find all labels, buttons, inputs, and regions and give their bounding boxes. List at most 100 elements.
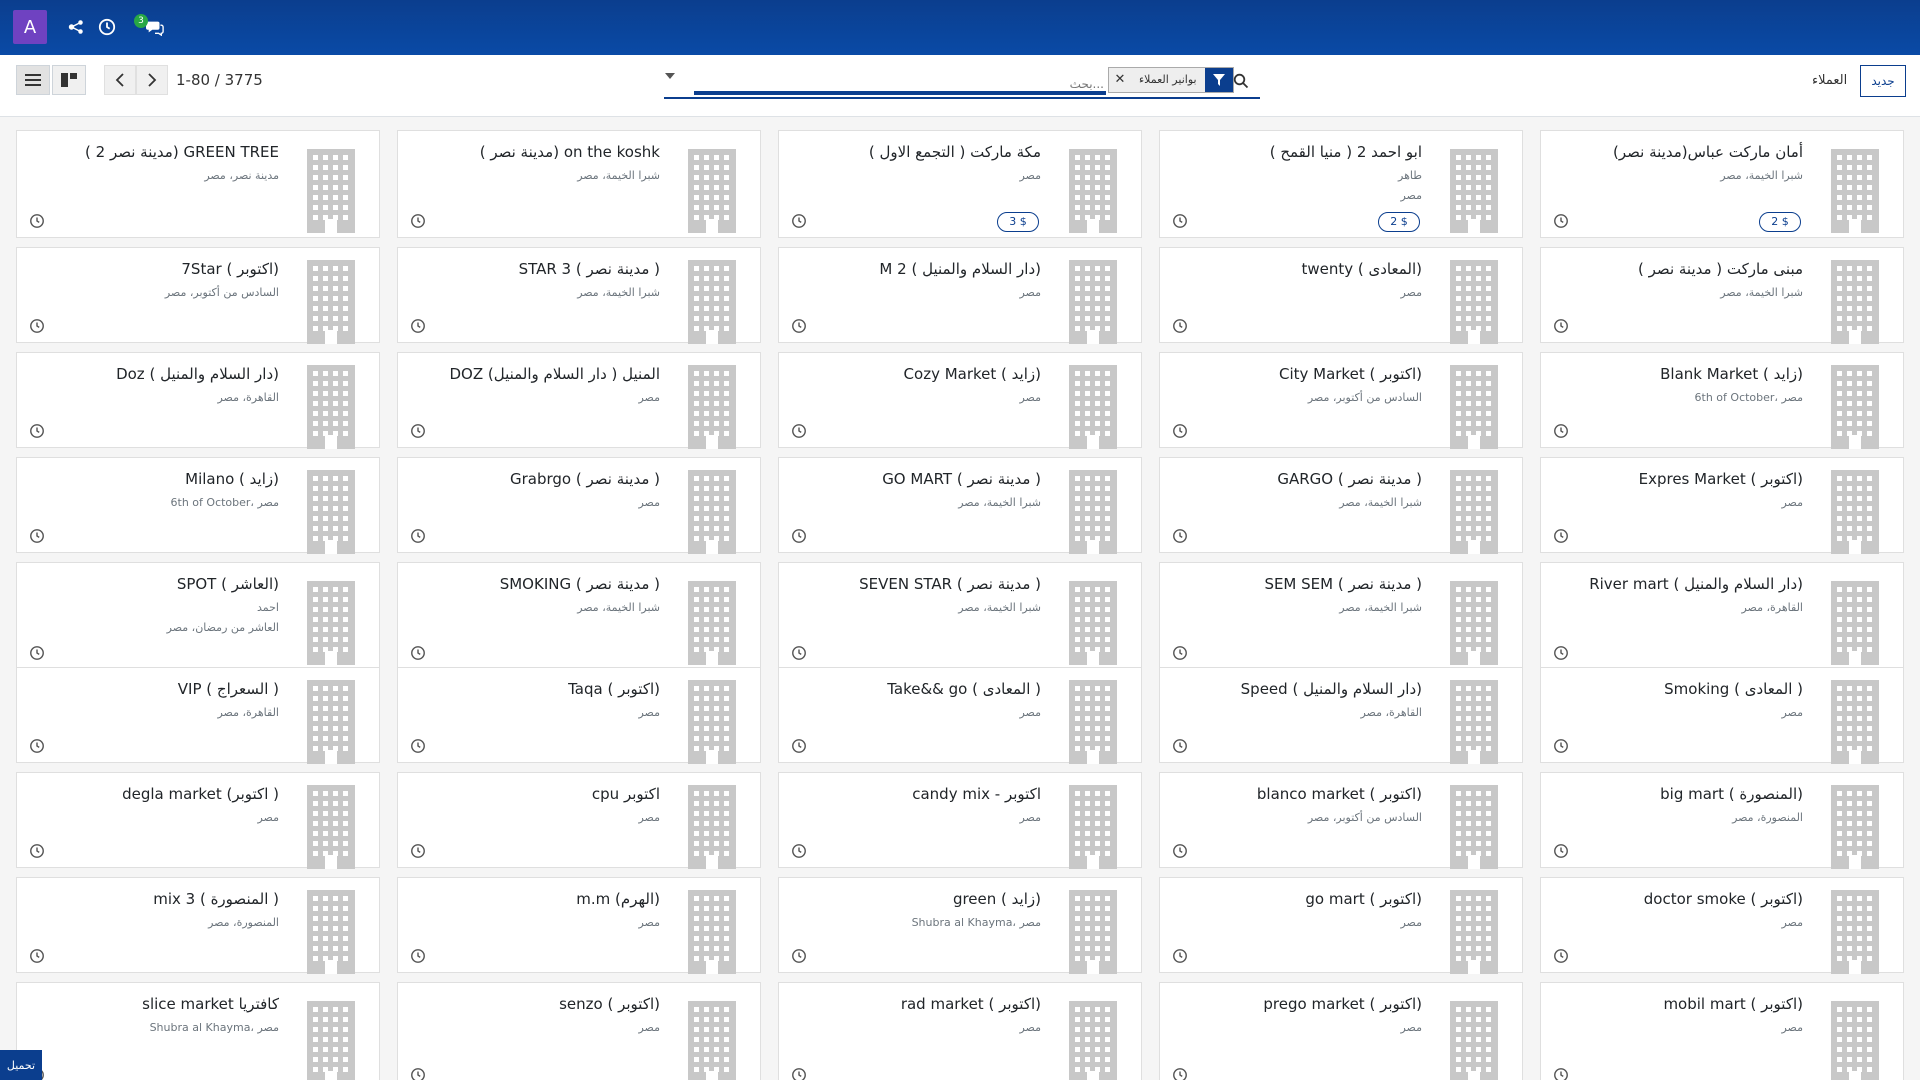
activity-clock-icon[interactable] [1172,1067,1190,1080]
activity-clock-icon[interactable] [29,843,47,861]
avatar[interactable]: A [13,10,47,44]
customer-card[interactable]: Cozy Market ( زايد) مصر [778,352,1142,449]
activity-clock-icon[interactable] [29,318,47,336]
customer-card[interactable]: ( مدينة نصر) on the koshk شبرا الخيمة، مص… [397,130,761,238]
customer-card[interactable]: prego market ( اكتوبر) مصر [1159,982,1523,1080]
activity-clock-icon[interactable] [1553,1067,1571,1080]
activity-clock-icon[interactable] [1553,738,1571,756]
customer-card[interactable]: SEM SEM ( مدينة نصر ) شبرا الخيمة، مصر [1159,562,1523,670]
activity-clock-icon[interactable] [1553,423,1571,441]
customer-card[interactable]: m.m (الهرم) مصر [397,877,761,974]
customer-card[interactable]: Taqa ( اكتوبر) مصر [397,667,761,764]
customer-card[interactable]: cpu اكتوبر مصر [397,772,761,869]
activity-clock-icon[interactable] [1172,528,1190,546]
activity-clock-icon[interactable] [410,528,428,546]
activity-clock-icon[interactable] [1172,843,1190,861]
activity-clock-icon[interactable] [1553,843,1571,861]
activity-clock-icon[interactable] [791,645,809,663]
pager-value[interactable]: 1-80 / 3775 [176,71,263,89]
pager-next-button[interactable] [136,65,168,95]
customer-card[interactable]: SEVEN STAR ( مدينة نصر ) شبرا الخيمة، مصر [778,562,1142,670]
activity-clock-icon[interactable] [791,528,809,546]
customer-card[interactable]: mobil mart ( اكتوبر) مصر [1540,982,1904,1080]
customer-card[interactable]: twenty ( المعادى) مصر [1159,247,1523,344]
customer-card[interactable]: candy mix - اكتوبر مصر [778,772,1142,869]
activity-clock-icon[interactable] [29,423,47,441]
customer-card[interactable]: STAR 3 ( مدينة نصر ) شبرا الخيمة، مصر [397,247,761,344]
pager-previous-button[interactable] [104,65,136,95]
activity-clock-icon[interactable] [29,948,47,966]
customer-card[interactable]: degla market (اكتوبر ) مصر [16,772,380,869]
customer-card[interactable]: (أمان ماركت عباس(مدينة نصر شبرا الخيمة، م… [1540,130,1904,238]
activity-clock-icon[interactable] [410,645,428,663]
activity-clock-icon[interactable] [791,738,809,756]
facet-remove-button[interactable]: ✕ [1109,68,1131,92]
customer-card[interactable]: Expres Market ( اكتوبر) مصر [1540,457,1904,554]
customer-card[interactable]: mix 3 ( المنصورة ) المنصورة، مصر [16,877,380,974]
customer-card[interactable]: doctor smoke ( اكتوبر) مصر [1540,877,1904,974]
customer-card[interactable]: green ( زايد) Shubra al Khayma، مصر [778,877,1142,974]
customer-card[interactable]: rad market ( اكتوبر) مصر [778,982,1142,1080]
download-button[interactable]: تحميل [0,1050,42,1080]
kanban-view-button[interactable] [52,65,86,95]
customer-card[interactable]: Grabrgo ( مدينة نصر ) مصر [397,457,761,554]
customer-card[interactable]: VIP ( السعراج ) القاهرة، مصر [16,667,380,764]
customer-card[interactable]: slice market كافتريا Shubra al Khayma، مص… [16,982,380,1080]
customer-card[interactable]: 7Star ( اكتوبر) السادس من أكتوبر، مصر [16,247,380,344]
activity-clock-icon[interactable] [1172,318,1190,336]
customer-card[interactable]: big mart ( المنصورة) المنصورة، مصر [1540,772,1904,869]
activity-clock-icon[interactable] [410,1067,428,1080]
customer-card[interactable]: GARGO ( مدينة نصر ) شبرا الخيمة، مصر [1159,457,1523,554]
activity-clock-icon[interactable] [1172,645,1190,663]
activity-clock-icon[interactable] [791,843,809,861]
activity-clock-icon[interactable] [410,948,428,966]
customer-card[interactable]: M 2 ( دار السلام والمنيل) مصر [778,247,1142,344]
customer-card[interactable]: ( مبنى ماركت ( مدينة نصر شبرا الخيمة، مصر [1540,247,1904,344]
customer-card[interactable]: senzo ( اكتوبر) مصر [397,982,761,1080]
customer-card[interactable]: River mart ( دار السلام والمنيل) القاهرة،… [1540,562,1904,670]
customer-card[interactable]: DOZ المنيل ( دار السلام والمنيل) مصر [397,352,761,449]
activity-clock-icon[interactable] [791,948,809,966]
activity-clock-icon[interactable] [1553,318,1571,336]
customer-card[interactable]: City Market ( اكتوبر) السادس من أكتوبر، م… [1159,352,1523,449]
customer-card[interactable]: SPOT ( العاشر) احمد العاشر من رمضان، مصر [16,562,380,670]
activity-clock-icon[interactable] [29,738,47,756]
customer-card[interactable]: ( مدينة نصر 2) GREEN TREE مدينة نصر، مصر [16,130,380,238]
activity-clock-icon[interactable] [1553,528,1571,546]
customer-card[interactable]: مكة ماركت ( التجمع الاول ) مصر 3 $ [778,130,1142,238]
customer-card[interactable]: Speed ( دار السلام والمنيل) القاهرة، مصر [1159,667,1523,764]
activity-clock-icon[interactable] [1553,213,1571,231]
activity-clock-icon[interactable] [1172,738,1190,756]
customer-card[interactable]: GO MART ( مدينة نصر ) شبرا الخيمة، مصر [778,457,1142,554]
activity-clock-icon[interactable] [1172,213,1190,231]
customer-card[interactable]: SMOKING ( مدينة نصر ) شبرا الخيمة، مصر [397,562,761,670]
customer-card[interactable]: Doz ( دار السلام والمنيل) القاهرة، مصر [16,352,380,449]
activity-clock-icon[interactable] [1172,423,1190,441]
activity-clock-icon[interactable] [1553,948,1571,966]
search-options-toggle[interactable] [664,71,684,91]
activity-clock-icon[interactable] [29,213,47,231]
activity-clock-icon[interactable] [29,528,47,546]
customer-card[interactable]: Blank Market ( زايد) 6th of October، مصر [1540,352,1904,449]
clock-icon[interactable] [96,16,118,38]
activity-clock-icon[interactable] [410,738,428,756]
customer-card[interactable]: ابو احمد 2 ( منيا القمح ) طاهر مصر 2 $ [1159,130,1523,238]
share-icon[interactable] [65,16,87,38]
search-icon[interactable] [1233,73,1251,91]
customer-card[interactable]: blanco market ( اكتوبر) السادس من أكتوبر،… [1159,772,1523,869]
activity-clock-icon[interactable] [791,1067,809,1080]
activity-clock-icon[interactable] [410,318,428,336]
activity-clock-icon[interactable] [410,843,428,861]
customer-card[interactable]: go mart ( اكتوبر) مصر [1159,877,1523,974]
customer-card[interactable]: Take&& go ( المعادى ) مصر [778,667,1142,764]
activity-clock-icon[interactable] [410,213,428,231]
activity-clock-icon[interactable] [1553,645,1571,663]
activity-clock-icon[interactable] [410,423,428,441]
activity-clock-icon[interactable] [791,423,809,441]
list-view-button[interactable] [16,65,50,95]
activity-clock-icon[interactable] [29,645,47,663]
customer-card[interactable]: Smoking ( المعادى ) مصر [1540,667,1904,764]
activity-clock-icon[interactable] [791,213,809,231]
new-button[interactable]: جديد [1860,65,1906,97]
customer-card[interactable]: Milano ( زايد) 6th of October، مصر [16,457,380,554]
